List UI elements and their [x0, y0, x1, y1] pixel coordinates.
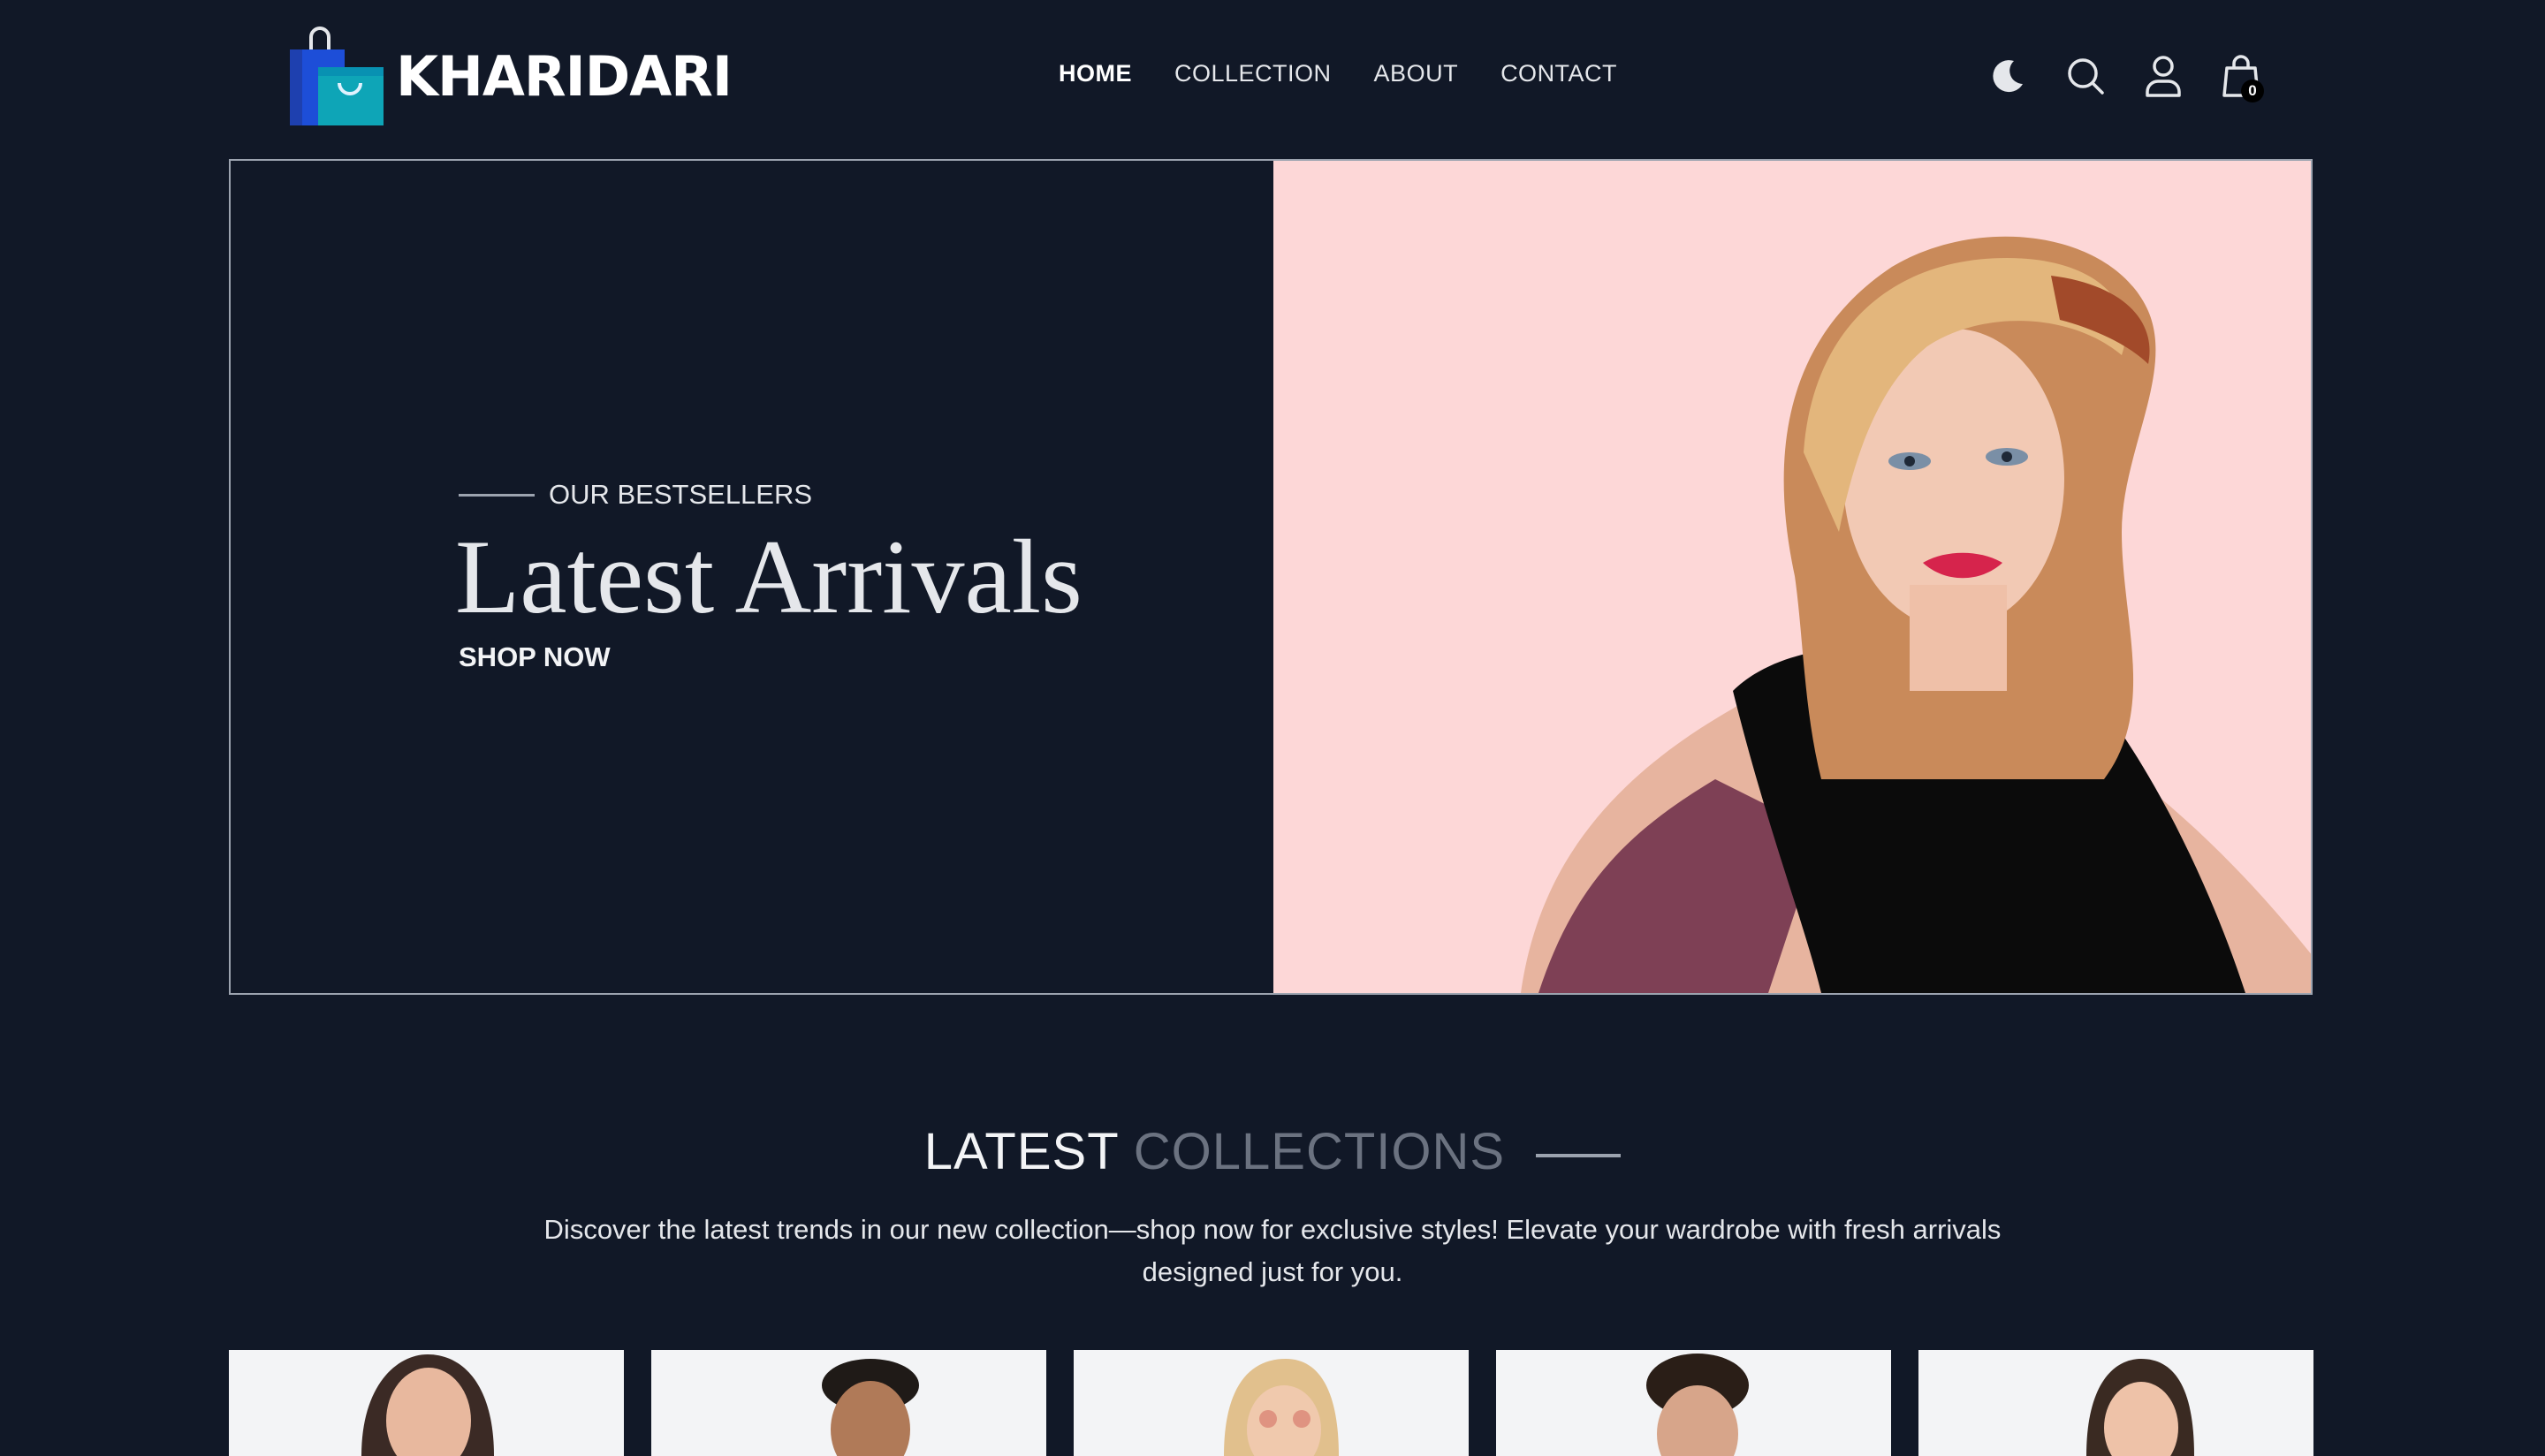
collections-description: Discover the latest trends in our new co…: [543, 1214, 2002, 1287]
site-header: KHARIDARI HOME COLLECTION ABOUT CONTACT …: [0, 0, 2545, 159]
nav-about[interactable]: ABOUT: [1374, 60, 1459, 87]
cart-icon[interactable]: 0: [2220, 53, 2264, 102]
collections-title-part1: LATEST: [923, 1123, 1119, 1180]
shop-now-button[interactable]: SHOP NOW: [459, 641, 1083, 673]
product-card[interactable]: [1918, 1350, 2313, 1456]
collections-title-divider: [1536, 1153, 1622, 1157]
brand-logo[interactable]: KHARIDARI: [288, 25, 733, 127]
hero-banner: OUR BESTSELLERS Latest Arrivals SHOP NOW: [229, 159, 2313, 995]
nav-home[interactable]: HOME: [1059, 60, 1132, 87]
product-image: [2086, 1359, 2194, 1456]
product-card[interactable]: [1074, 1350, 1469, 1456]
shopping-bag-icon: [288, 25, 385, 127]
product-image: [1646, 1354, 1749, 1456]
hero-title: Latest Arrivals: [455, 518, 1083, 635]
hero-eyebrow: OUR BESTSELLERS: [459, 479, 1083, 511]
collections-title-part2: COLLECTIONS: [1133, 1123, 1506, 1180]
nav-collection[interactable]: COLLECTION: [1174, 60, 1332, 87]
product-card[interactable]: [651, 1350, 1046, 1456]
hero-eyebrow-label: OUR BESTSELLERS: [549, 479, 813, 510]
moon-icon[interactable]: [1987, 53, 2029, 99]
search-icon[interactable]: [2064, 53, 2107, 99]
product-image: [822, 1359, 919, 1456]
brand-name: KHARIDARI: [396, 43, 733, 109]
cart-count-badge: 0: [2241, 80, 2264, 102]
collections-title: LATEST COLLECTIONS: [0, 1122, 2545, 1181]
product-card[interactable]: [1496, 1350, 1891, 1456]
product-card[interactable]: [229, 1350, 624, 1456]
hero-image: [1273, 161, 2311, 993]
model-illustration: [1521, 236, 2311, 993]
hero-text-panel: OUR BESTSELLERS Latest Arrivals SHOP NOW: [231, 161, 1273, 993]
product-grid: [229, 1350, 2316, 1456]
main-nav: HOME COLLECTION ABOUT CONTACT: [1059, 60, 1617, 87]
product-image: [1224, 1359, 1339, 1456]
header-actions: 0: [1987, 53, 2264, 102]
user-icon[interactable]: [2142, 53, 2184, 99]
product-image: [361, 1354, 494, 1456]
nav-contact[interactable]: CONTACT: [1500, 60, 1617, 87]
eyebrow-divider: [459, 493, 535, 497]
shop-now-label: SHOP NOW: [459, 641, 611, 672]
